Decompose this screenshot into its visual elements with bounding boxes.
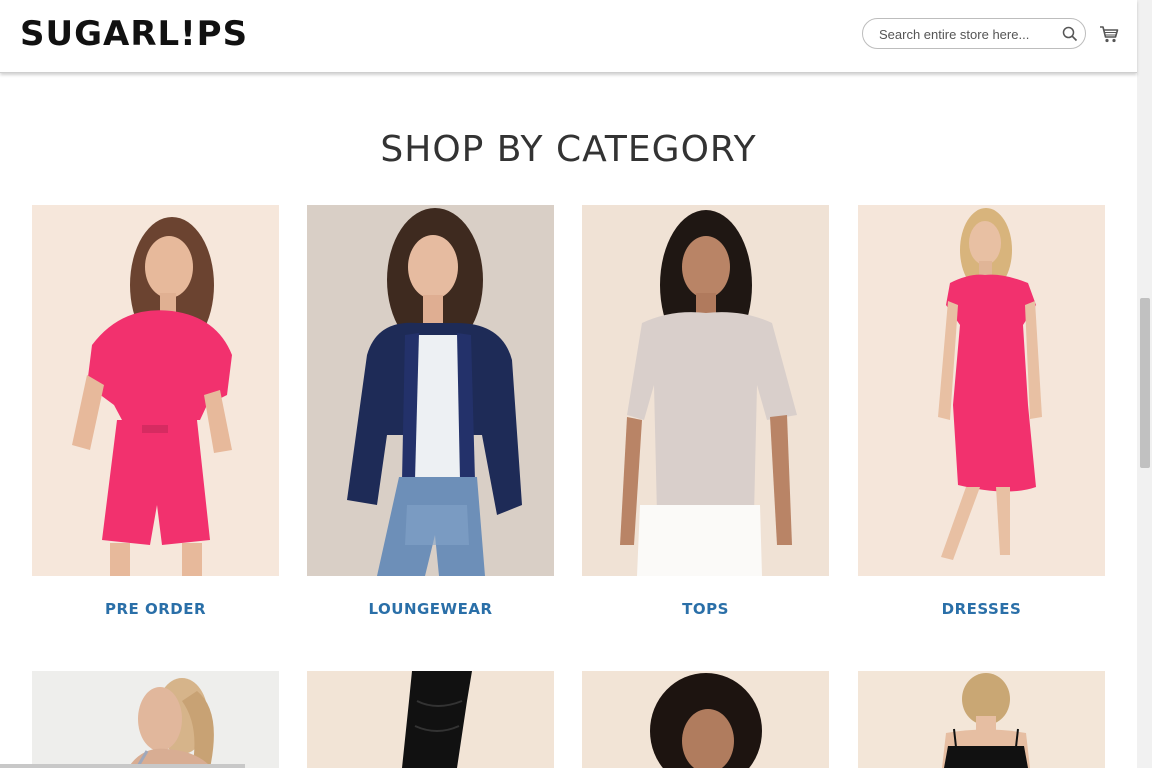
category-photo[interactable]	[582, 205, 829, 576]
search-box[interactable]	[862, 18, 1086, 49]
category-link-tops[interactable]: TOPS	[582, 600, 829, 618]
cart-icon[interactable]	[1099, 24, 1119, 44]
category-photo[interactable]	[32, 205, 279, 576]
site-header: SUGARL!PS	[0, 0, 1137, 73]
category-photo[interactable]	[307, 671, 554, 768]
category-photo[interactable]	[582, 671, 829, 768]
section-title: SHOP BY CATEGORY	[380, 129, 757, 170]
category-link-loungewear[interactable]: LOUNGEWEAR	[307, 600, 554, 618]
category-link-dresses[interactable]: DRESSES	[858, 600, 1105, 618]
horizontal-scrollbar[interactable]	[0, 764, 245, 768]
search-icon[interactable]	[1062, 26, 1078, 42]
category-photo[interactable]	[307, 205, 554, 576]
category-photo[interactable]	[858, 205, 1105, 576]
category-link-pre-order[interactable]: PRE ORDER	[32, 600, 279, 618]
search-input[interactable]	[879, 25, 1055, 43]
category-photo[interactable]	[858, 671, 1105, 768]
logo[interactable]: SUGARL!PS	[20, 14, 248, 54]
category-photo[interactable]	[32, 671, 279, 768]
scrollbar-thumb[interactable]	[1140, 298, 1150, 468]
